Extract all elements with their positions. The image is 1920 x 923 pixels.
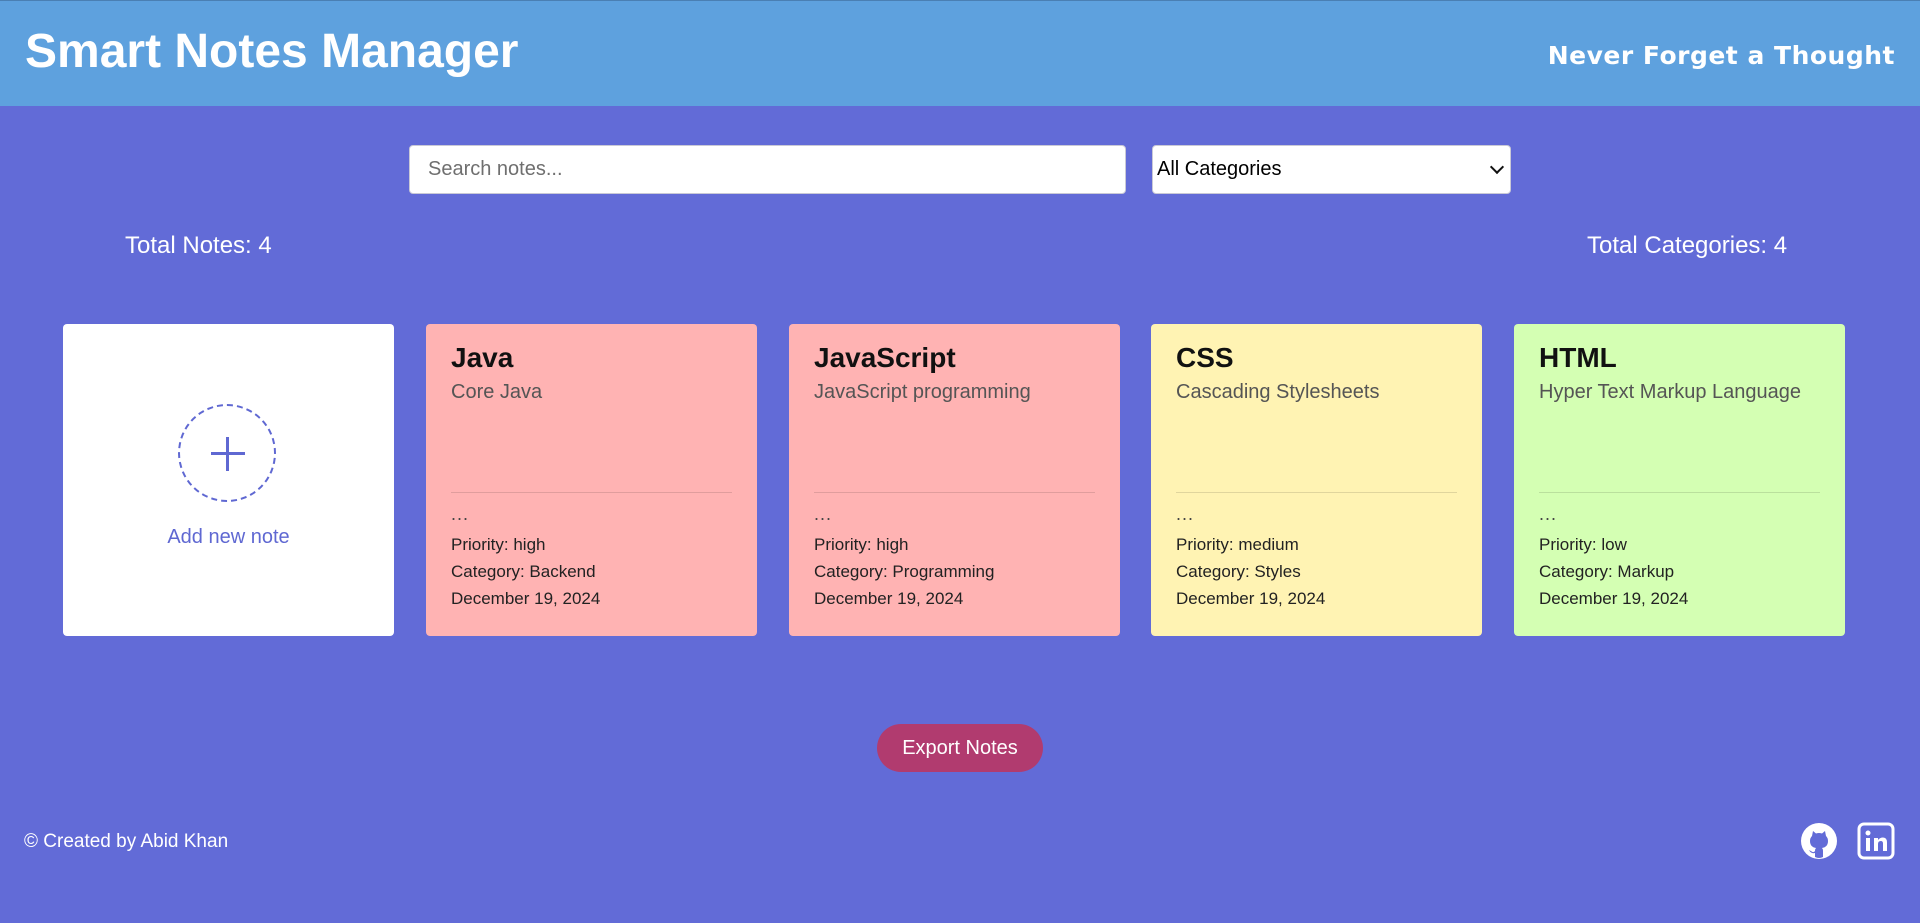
add-note-card[interactable]: Add new note [63, 324, 394, 636]
add-note-label: Add new note [167, 526, 290, 548]
category-filter-value: All Categories [1157, 158, 1282, 180]
note-ellipsis: ... [814, 504, 833, 524]
note-subtitle: Core Java [451, 381, 543, 403]
note-date: December 19, 2024 [1176, 589, 1326, 608]
note-category: Category: Styles [1176, 562, 1301, 581]
note-card[interactable]: JavaScript JavaScript programming ... Pr… [789, 324, 1120, 636]
note-card[interactable]: HTML Hyper Text Markup Language ... Prio… [1514, 324, 1845, 636]
note-date: December 19, 2024 [814, 589, 964, 608]
linkedin-icon[interactable] [1856, 821, 1896, 861]
note-divider [1176, 492, 1457, 493]
note-divider [451, 492, 732, 493]
github-icon[interactable] [1799, 821, 1839, 861]
total-categories-count: Total Categories: 4 [1587, 232, 1788, 259]
add-circle[interactable] [178, 404, 276, 502]
note-divider [1539, 492, 1820, 493]
footer-credit: © Created by Abid Khan [24, 831, 229, 852]
note-date: December 19, 2024 [451, 589, 601, 608]
note-date: December 19, 2024 [1539, 589, 1689, 608]
note-priority: Priority: medium [1176, 535, 1299, 554]
note-ellipsis: ... [1176, 504, 1195, 524]
note-category: Category: Backend [451, 562, 596, 581]
note-subtitle: Hyper Text Markup Language [1539, 381, 1802, 403]
note-priority: Priority: high [814, 535, 909, 554]
note-title: JavaScript [814, 342, 956, 373]
total-notes-count: Total Notes: 4 [125, 232, 272, 259]
export-notes-button[interactable]: Export Notes [877, 724, 1043, 772]
note-category: Category: Programming [814, 562, 995, 581]
note-priority: Priority: high [451, 535, 546, 554]
note-divider [814, 492, 1095, 493]
note-priority: Priority: low [1539, 535, 1627, 554]
note-card[interactable]: CSS Cascading Stylesheets ... Priority: … [1151, 324, 1482, 636]
note-subtitle: JavaScript programming [814, 381, 1031, 403]
note-ellipsis: ... [1539, 504, 1558, 524]
note-title: HTML [1539, 342, 1617, 373]
search-input[interactable] [409, 145, 1126, 194]
app-header: Smart Notes Manager Never Forget a Thoug… [0, 0, 1920, 106]
app-title: Smart Notes Manager [25, 25, 519, 78]
app-tagline: Never Forget a Thought [1547, 41, 1895, 70]
note-category: Category: Markup [1539, 562, 1675, 581]
note-ellipsis: ... [451, 504, 470, 524]
note-card[interactable]: Java Core Java ... Priority: high Catego… [426, 324, 757, 636]
plus-icon-vertical [226, 437, 229, 471]
category-filter-select[interactable]: All Categories [1152, 145, 1511, 194]
note-title: Java [451, 342, 514, 373]
note-title: CSS [1176, 342, 1234, 373]
note-subtitle: Cascading Stylesheets [1176, 381, 1380, 403]
chevron-down-icon [1489, 159, 1505, 175]
